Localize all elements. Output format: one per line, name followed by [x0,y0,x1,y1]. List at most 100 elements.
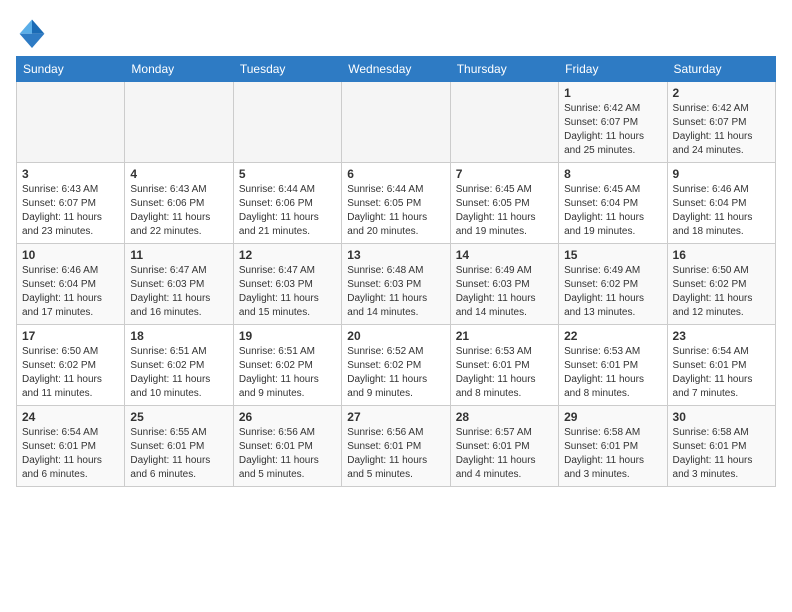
day-number: 2 [673,86,770,100]
day-number: 18 [130,329,227,343]
calendar-cell [125,82,233,163]
calendar-cell [17,82,125,163]
day-number: 3 [22,167,119,181]
calendar-cell: 7Sunrise: 6:45 AM Sunset: 6:05 PM Daylig… [450,163,558,244]
calendar-cell: 27 Sunrise: 6:56 AM Sunset: 6:01 PM Dayli… [342,406,450,487]
day-header-monday: Monday [125,57,233,82]
day-info: Sunrise: 6:51 AM Sunset: 6:02 PM Dayligh… [239,345,336,401]
calendar-cell: 9 Sunrise: 6:46 AM Sunset: 6:04 PM Daylig… [667,163,775,244]
calendar-cell: 19 Sunrise: 6:51 AM Sunset: 6:02 PM Dayli… [233,325,341,406]
day-info: Sunrise: 6:47 AM Sunset: 6:03 PM Dayligh… [239,264,336,320]
day-info: Sunrise: 6:54 AM Sunset: 6:01 PM Dayligh… [673,345,770,401]
day-info: Sunrise: 6:56 AM Sunset: 6:01 PM Dayligh… [347,426,444,482]
calendar-cell: 1 Sunrise: 6:42 AM Sunset: 6:07 PM Daylig… [559,82,667,163]
calendar-cell: 10 Sunrise: 6:46 AM Sunset: 6:04 PM Dayli… [17,244,125,325]
day-number: 16 [673,248,770,262]
day-number: 8 [564,167,661,181]
calendar-week-2: 3 Sunrise: 6:43 AM Sunset: 6:07 PM Daylig… [17,163,776,244]
day-number: 1 [564,86,661,100]
day-info: Sunrise: 6:50 AM Sunset: 6:02 PM Dayligh… [673,264,770,320]
day-info: Sunrise: 6:43 AM Sunset: 6:06 PM Dayligh… [130,183,227,239]
calendar-cell: 26 Sunrise: 6:56 AM Sunset: 6:01 PM Dayli… [233,406,341,487]
day-info: Sunrise: 6:42 AM Sunset: 6:07 PM Dayligh… [673,102,770,158]
day-number: 26 [239,410,336,424]
day-number: 17 [22,329,119,343]
day-info: Sunrise: 6:50 AM Sunset: 6:02 PM Dayligh… [22,345,119,401]
day-number: 28 [456,410,553,424]
calendar-cell: 20 Sunrise: 6:52 AM Sunset: 6:02 PM Dayli… [342,325,450,406]
day-number: 30 [673,410,770,424]
day-info: Sunrise: 6:53 AM Sunset: 6:01 PM Dayligh… [456,345,553,401]
calendar-cell: 3 Sunrise: 6:43 AM Sunset: 6:07 PM Daylig… [17,163,125,244]
day-header-saturday: Saturday [667,57,775,82]
calendar-cell: 8 Sunrise: 6:45 AM Sunset: 6:04 PM Daylig… [559,163,667,244]
calendar-cell: 25 Sunrise: 6:55 AM Sunset: 6:01 PM Dayli… [125,406,233,487]
day-info: Sunrise: 6:51 AM Sunset: 6:02 PM Dayligh… [130,345,227,401]
day-number: 4 [130,167,227,181]
calendar-week-1: 1 Sunrise: 6:42 AM Sunset: 6:07 PM Daylig… [17,82,776,163]
day-header-sunday: Sunday [17,57,125,82]
day-header-friday: Friday [559,57,667,82]
calendar-week-3: 10 Sunrise: 6:46 AM Sunset: 6:04 PM Dayli… [17,244,776,325]
day-number: 21 [456,329,553,343]
day-number: 9 [673,167,770,181]
day-info: Sunrise: 6:52 AM Sunset: 6:02 PM Dayligh… [347,345,444,401]
day-info: Sunrise: 6:58 AM Sunset: 6:01 PM Dayligh… [564,426,661,482]
day-number: 29 [564,410,661,424]
calendar-cell: 29 Sunrise: 6:58 AM Sunset: 6:01 PM Dayli… [559,406,667,487]
days-header-row: SundayMondayTuesdayWednesdayThursdayFrid… [17,57,776,82]
day-number: 13 [347,248,444,262]
calendar-cell: 4 Sunrise: 6:43 AM Sunset: 6:06 PM Daylig… [125,163,233,244]
day-number: 14 [456,248,553,262]
calendar-cell: 15 Sunrise: 6:49 AM Sunset: 6:02 PM Dayli… [559,244,667,325]
day-header-wednesday: Wednesday [342,57,450,82]
day-number: 25 [130,410,227,424]
day-info: Sunrise: 6:42 AM Sunset: 6:07 PM Dayligh… [564,102,661,158]
day-info: Sunrise: 6:49 AM Sunset: 6:02 PM Dayligh… [564,264,661,320]
day-info: Sunrise: 6:43 AM Sunset: 6:07 PM Dayligh… [22,183,119,239]
calendar-cell: 30Sunrise: 6:58 AM Sunset: 6:01 PM Dayli… [667,406,775,487]
calendar-cell: 16 Sunrise: 6:50 AM Sunset: 6:02 PM Dayli… [667,244,775,325]
day-number: 7 [456,167,553,181]
day-number: 10 [22,248,119,262]
day-info: Sunrise: 6:48 AM Sunset: 6:03 PM Dayligh… [347,264,444,320]
day-info: Sunrise: 6:44 AM Sunset: 6:06 PM Dayligh… [239,183,336,239]
day-number: 20 [347,329,444,343]
calendar-cell: 18 Sunrise: 6:51 AM Sunset: 6:02 PM Dayli… [125,325,233,406]
calendar-cell: 11Sunrise: 6:47 AM Sunset: 6:03 PM Dayli… [125,244,233,325]
day-number: 6 [347,167,444,181]
day-info: Sunrise: 6:57 AM Sunset: 6:01 PM Dayligh… [456,426,553,482]
day-info: Sunrise: 6:46 AM Sunset: 6:04 PM Dayligh… [22,264,119,320]
calendar-header: SundayMondayTuesdayWednesdayThursdayFrid… [17,57,776,82]
calendar-week-4: 17 Sunrise: 6:50 AM Sunset: 6:02 PM Dayli… [17,325,776,406]
day-number: 15 [564,248,661,262]
day-info: Sunrise: 6:44 AM Sunset: 6:05 PM Dayligh… [347,183,444,239]
day-info: Sunrise: 6:56 AM Sunset: 6:01 PM Dayligh… [239,426,336,482]
day-number: 12 [239,248,336,262]
day-info: Sunrise: 6:45 AM Sunset: 6:04 PM Dayligh… [564,183,661,239]
day-info: Sunrise: 6:47 AM Sunset: 6:03 PM Dayligh… [130,264,227,320]
day-info: Sunrise: 6:46 AM Sunset: 6:04 PM Dayligh… [673,183,770,239]
page-header [16,16,776,48]
day-number: 27 [347,410,444,424]
calendar-cell: 13 Sunrise: 6:48 AM Sunset: 6:03 PM Dayli… [342,244,450,325]
day-number: 19 [239,329,336,343]
day-info: Sunrise: 6:54 AM Sunset: 6:01 PM Dayligh… [22,426,119,482]
calendar-cell: 21 Sunrise: 6:53 AM Sunset: 6:01 PM Dayli… [450,325,558,406]
calendar-cell: 12 Sunrise: 6:47 AM Sunset: 6:03 PM Dayli… [233,244,341,325]
calendar-cell: 22Sunrise: 6:53 AM Sunset: 6:01 PM Dayli… [559,325,667,406]
calendar-cell [233,82,341,163]
day-number: 22 [564,329,661,343]
day-info: Sunrise: 6:55 AM Sunset: 6:01 PM Dayligh… [130,426,227,482]
calendar-cell: 6 Sunrise: 6:44 AM Sunset: 6:05 PM Daylig… [342,163,450,244]
calendar-cell [450,82,558,163]
day-number: 24 [22,410,119,424]
calendar: SundayMondayTuesdayWednesdayThursdayFrid… [16,56,776,487]
day-header-tuesday: Tuesday [233,57,341,82]
calendar-body: 1 Sunrise: 6:42 AM Sunset: 6:07 PM Daylig… [17,82,776,487]
calendar-cell: 14Sunrise: 6:49 AM Sunset: 6:03 PM Dayli… [450,244,558,325]
calendar-cell: 17 Sunrise: 6:50 AM Sunset: 6:02 PM Dayli… [17,325,125,406]
calendar-cell: 5Sunrise: 6:44 AM Sunset: 6:06 PM Daylig… [233,163,341,244]
day-number: 23 [673,329,770,343]
calendar-cell: 24 Sunrise: 6:54 AM Sunset: 6:01 PM Dayli… [17,406,125,487]
